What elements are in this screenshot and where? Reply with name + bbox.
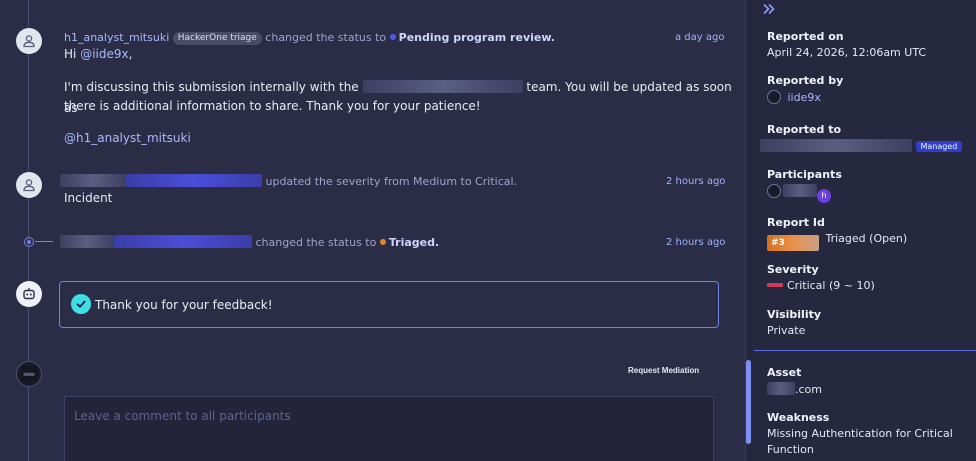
event-meta: updated the severity from Medium to Crit…: [60, 174, 517, 188]
severity-label: Severity: [767, 263, 819, 276]
managed-badge: Managed: [915, 141, 963, 152]
report-id-value: #3 Triaged (Open): [767, 232, 907, 251]
feedback-card: Thank you for your feedback!: [59, 281, 719, 328]
person-icon: [23, 35, 35, 48]
reported-to-value: Managed: [760, 139, 963, 153]
comment-greeting: Hi @iide9x,: [64, 44, 132, 65]
reported-on-label: Reported on: [767, 30, 844, 43]
profile-photo-icon: [21, 366, 37, 382]
severity-bar-icon: [767, 283, 783, 287]
redacted-username: [60, 235, 114, 248]
event-status: Triaged.: [388, 236, 440, 249]
timeline-connector: [35, 241, 53, 242]
redacted-asset: [767, 382, 795, 395]
event-time[interactable]: a day ago: [675, 32, 724, 43]
visibility-label: Visibility: [767, 308, 822, 321]
reporter-avatar[interactable]: [767, 90, 781, 104]
user-avatar-icon[interactable]: [16, 172, 42, 198]
redacted-participant[interactable]: [783, 184, 817, 197]
weakness-value: Missing Authentication for Critical: [767, 427, 953, 440]
participants-label: Participants: [767, 168, 842, 181]
event-time[interactable]: 2 hours ago: [666, 237, 725, 248]
reported-by-value: iide9x: [767, 90, 821, 104]
report-id-badge[interactable]: #3: [767, 235, 819, 251]
event-status: Pending program review.: [398, 31, 555, 44]
weakness-label: Weakness: [767, 411, 830, 424]
event-action: changed the status to: [255, 236, 377, 249]
event-action: changed the status to: [265, 31, 387, 44]
reported-by-label: Reported by: [767, 74, 844, 87]
greeting-suffix: ,: [128, 47, 133, 61]
status-dot: [389, 34, 396, 40]
status-dot: [379, 239, 386, 245]
asset-domain: .com: [795, 383, 822, 396]
username-link[interactable]: h1_analyst_mitsuki: [64, 31, 169, 44]
comment-placeholder: Leave a comment to all participants: [74, 409, 291, 423]
feedback-message: Thank you for your feedback!: [95, 298, 273, 312]
report-sidebar: Reported on April 24, 2026, 12:06am UTC …: [745, 0, 976, 461]
event-action: updated the severity from Medium to Crit…: [265, 175, 518, 188]
redacted-program-name[interactable]: [760, 139, 912, 152]
event-meta: changed the status to Triaged.: [60, 235, 439, 249]
asset-value: .com: [767, 382, 822, 396]
redacted-username: [60, 174, 126, 187]
report-state: Triaged (Open): [825, 232, 908, 245]
redacted-username: [114, 235, 252, 248]
visibility-value: Private: [767, 324, 806, 337]
reporter-link[interactable]: iide9x: [788, 91, 821, 104]
event-meta: h1_analyst_mitsuki HackerOne triage chan…: [64, 31, 555, 45]
comment-signature[interactable]: @h1_analyst_mitsuki: [64, 128, 191, 149]
comment-text: I'm discussing this submission internall…: [64, 80, 359, 94]
timeline-line: [28, 0, 29, 461]
redacted-username: [126, 174, 262, 187]
event-time[interactable]: 2 hours ago: [666, 176, 725, 187]
triage-badge: HackerOne triage: [172, 32, 262, 45]
activity-timeline: h1_analyst_mitsuki HackerOne triage chan…: [0, 0, 745, 461]
comment-input[interactable]: Leave a comment to all participants: [64, 396, 714, 461]
greeting-text: Hi: [64, 47, 77, 61]
event-body: Incident: [64, 191, 113, 205]
scrollbar-thumb[interactable]: [746, 360, 751, 444]
weakness-value-cont: Function: [767, 443, 814, 456]
redacted-text: [362, 80, 523, 93]
participant-avatar[interactable]: h: [817, 189, 831, 203]
report-id-label: Report Id: [767, 216, 825, 229]
mention-link[interactable]: @iide9x: [80, 47, 128, 61]
request-mediation-button[interactable]: Request Mediation: [628, 366, 699, 375]
current-user-avatar[interactable]: [16, 361, 42, 387]
comment-line: there is additional information to share…: [64, 99, 481, 113]
check-circle-icon: [71, 294, 91, 314]
asset-label: Asset: [767, 366, 802, 379]
severity-text: Critical (9 ~ 10): [787, 279, 875, 292]
double-chevron-right-icon[interactable]: [762, 2, 776, 16]
severity-value: Critical (9 ~ 10): [767, 279, 875, 292]
participants-list: h: [767, 184, 831, 203]
robot-icon: [23, 288, 35, 300]
participant-avatar[interactable]: [767, 184, 781, 198]
bot-avatar-icon: [16, 281, 42, 307]
user-avatar-icon[interactable]: [16, 28, 42, 54]
reported-to-label: Reported to: [767, 123, 842, 136]
person-icon: [23, 179, 35, 192]
reported-on-value: April 24, 2026, 12:06am UTC: [767, 46, 927, 59]
section-divider: [754, 350, 976, 351]
timeline-node-icon: [24, 237, 34, 247]
